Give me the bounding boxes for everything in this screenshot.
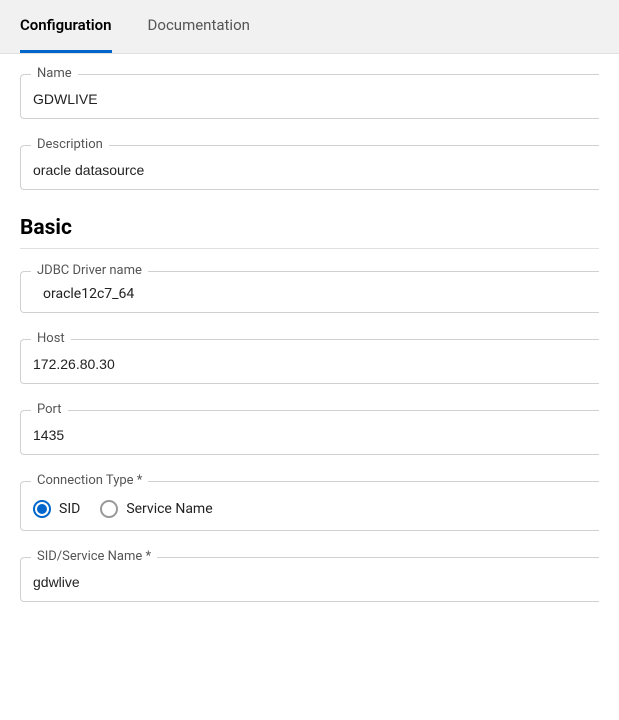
radio-icon xyxy=(33,500,51,518)
field-group-jdbc-driver: JDBC Driver name oracle12c7_64 xyxy=(20,271,599,313)
field-group-port: Port xyxy=(20,410,599,455)
tab-documentation[interactable]: Documentation xyxy=(148,0,250,53)
tab-bar: Configuration Documentation xyxy=(0,0,619,54)
section-title-basic: Basic xyxy=(20,216,599,240)
input-name[interactable] xyxy=(33,91,587,107)
section-divider xyxy=(20,248,599,249)
label-host: Host xyxy=(31,331,71,346)
radio-option-sid[interactable]: SID xyxy=(33,500,80,518)
radio-option-service-name[interactable]: Service Name xyxy=(100,500,212,518)
label-jdbc-driver: JDBC Driver name xyxy=(31,263,148,278)
content-area: Name Description Basic JDBC Driver name … xyxy=(0,54,619,602)
input-description[interactable] xyxy=(33,162,587,178)
label-connection-type: Connection Type * xyxy=(31,473,148,488)
value-jdbc-driver[interactable]: oracle12c7_64 xyxy=(33,286,587,302)
field-group-name: Name xyxy=(20,74,599,119)
radio-inner-icon xyxy=(37,504,47,514)
radio-label-sid: SID xyxy=(59,501,80,517)
label-description: Description xyxy=(31,137,109,152)
field-group-host: Host xyxy=(20,339,599,384)
field-group-connection-type: Connection Type * SID Service Name xyxy=(20,481,599,531)
input-host[interactable] xyxy=(33,356,587,372)
radio-group-connection-type: SID Service Name xyxy=(33,496,587,520)
radio-icon xyxy=(100,500,118,518)
label-name: Name xyxy=(31,66,78,81)
field-group-sid-service: SID/Service Name * xyxy=(20,557,599,602)
label-sid-service: SID/Service Name * xyxy=(31,549,157,564)
tab-configuration[interactable]: Configuration xyxy=(20,0,112,53)
input-sid-service[interactable] xyxy=(33,574,587,590)
label-port: Port xyxy=(31,402,68,417)
radio-label-service-name: Service Name xyxy=(126,501,212,517)
input-port[interactable] xyxy=(33,427,587,443)
field-group-description: Description xyxy=(20,145,599,190)
